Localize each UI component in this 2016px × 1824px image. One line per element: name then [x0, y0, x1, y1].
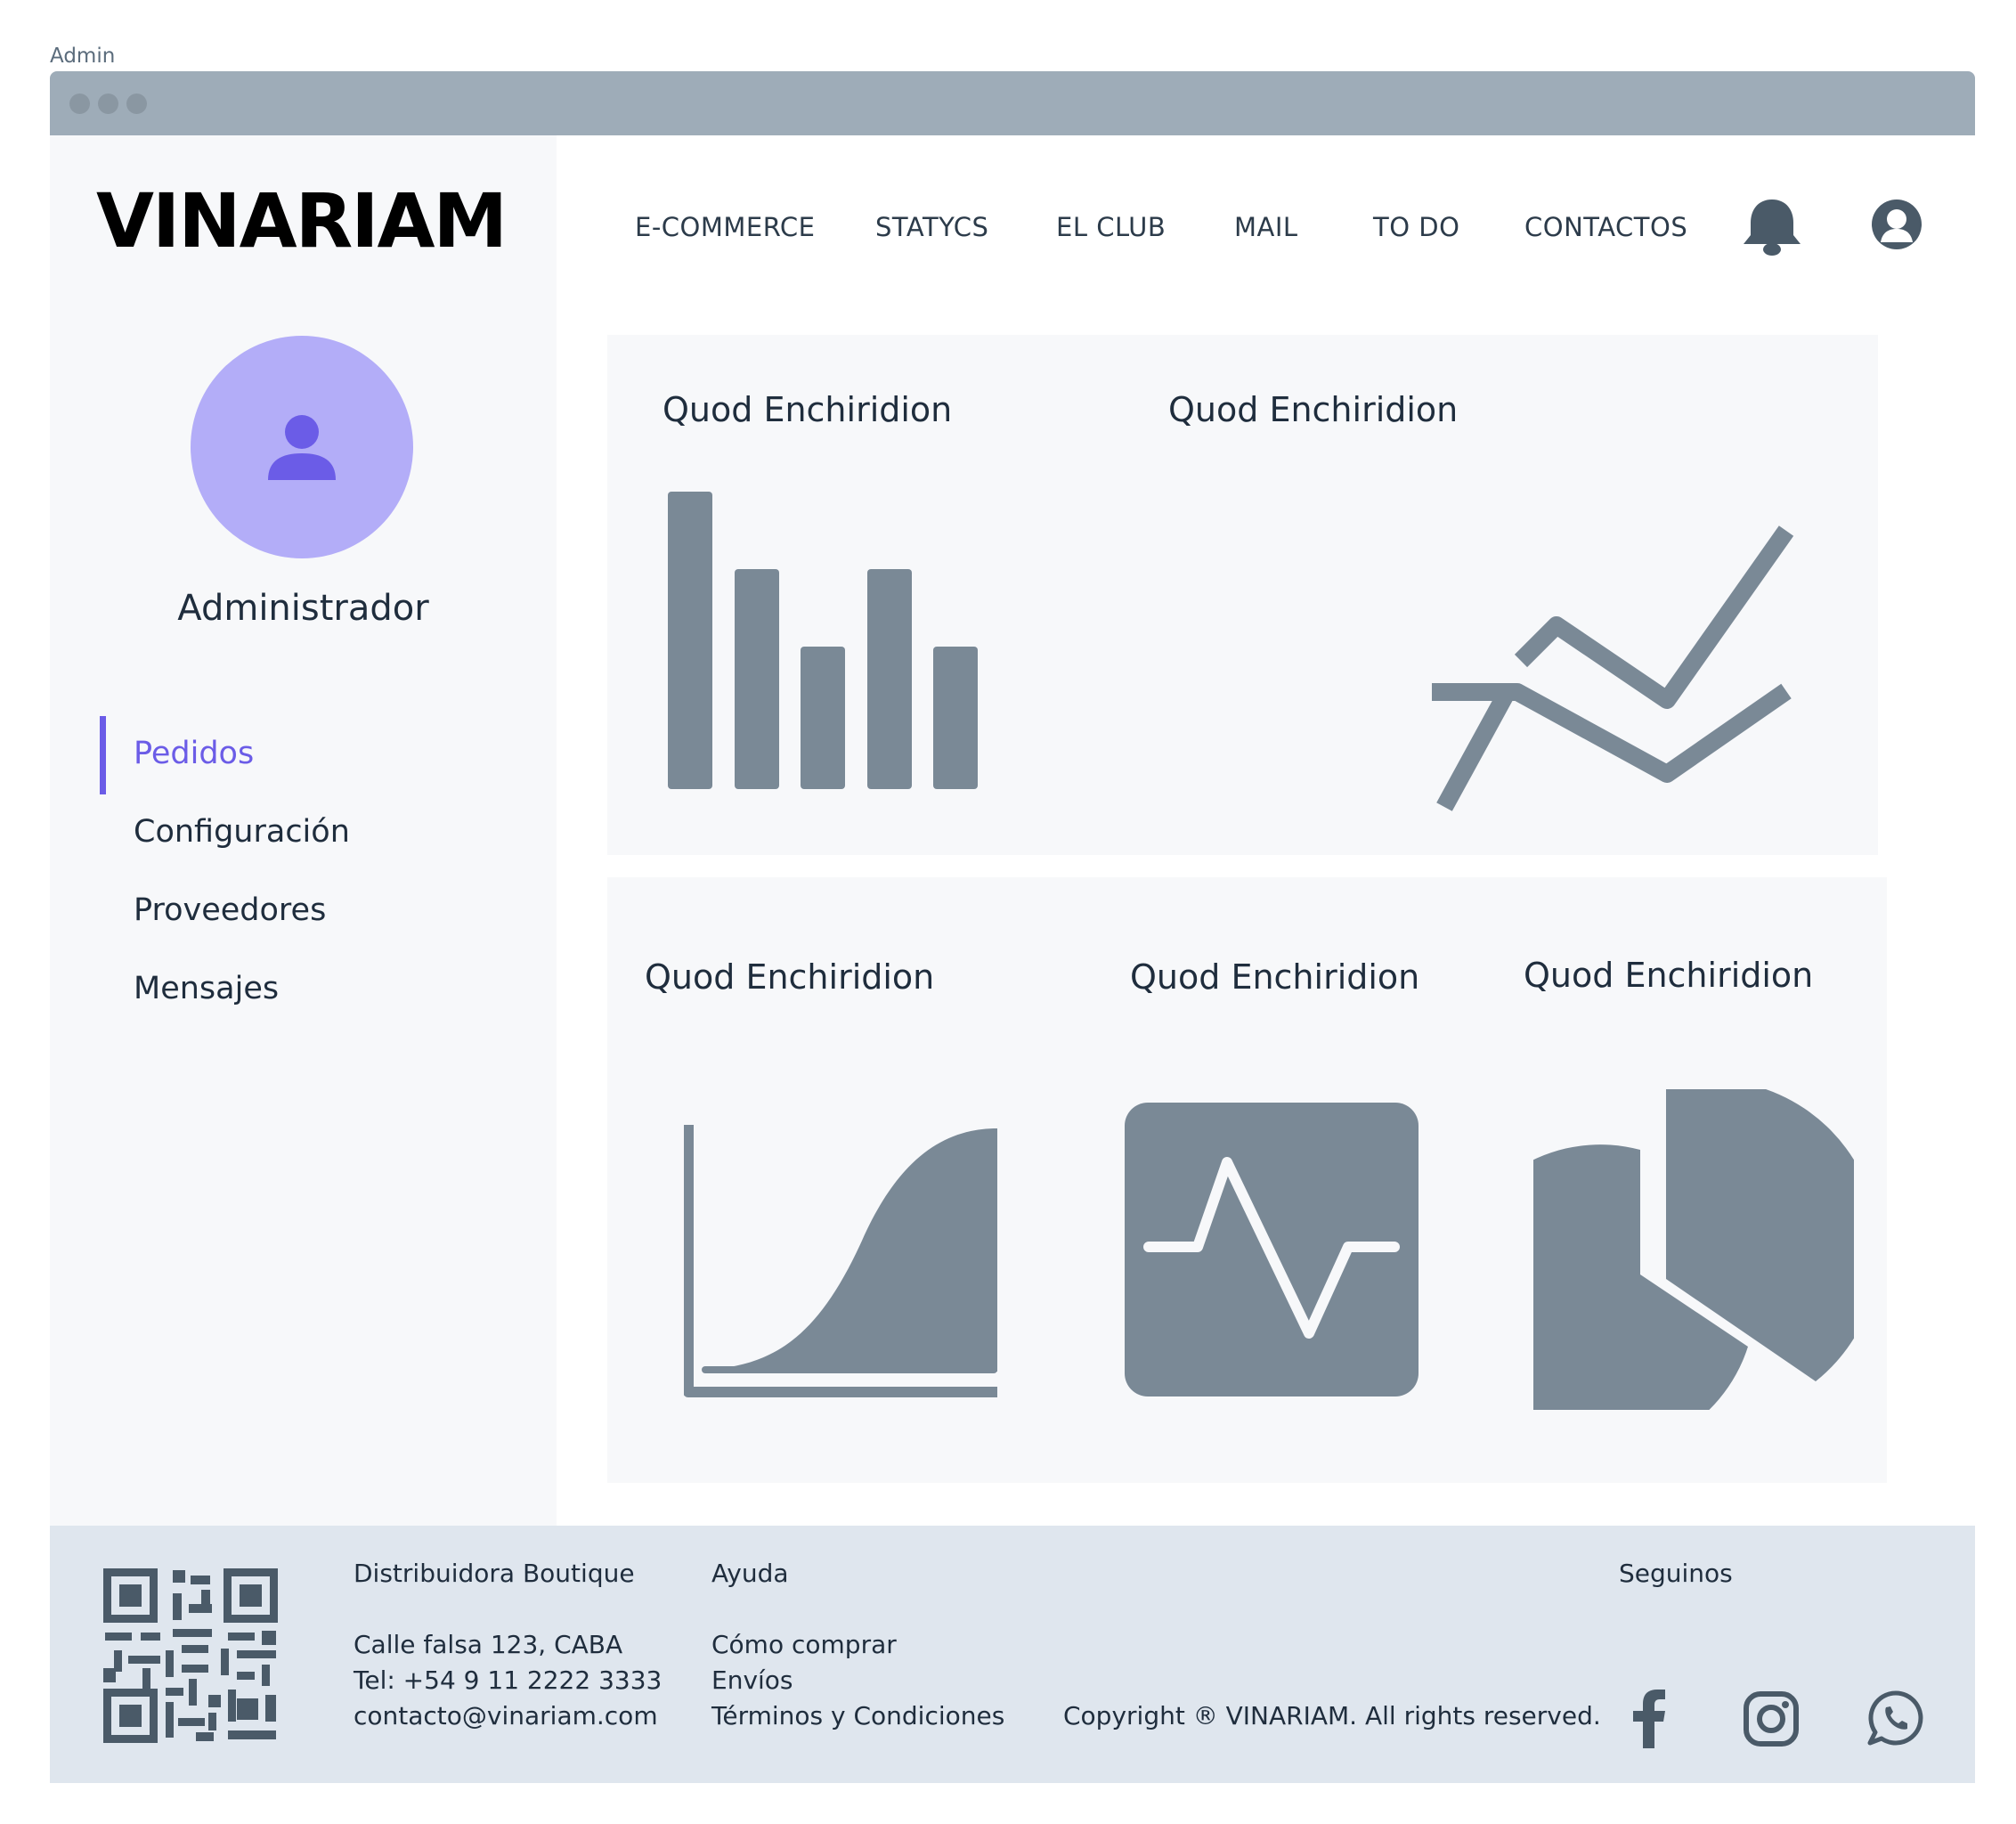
brand-logo[interactable]: VINARIAM — [96, 183, 508, 258]
charts-panel-top: Quod Enchiridion Quod Enchiridion — [607, 335, 1878, 855]
nav-el-club[interactable]: EL CLUB — [1056, 212, 1166, 242]
nav-statycs[interactable]: STATYCS — [875, 212, 988, 242]
social-title: Seguinos — [1619, 1559, 1733, 1588]
card-title: Quod Enchiridion — [1130, 957, 1420, 997]
area-chart-icon[interactable] — [684, 1125, 1004, 1401]
window-maximize-dot[interactable] — [126, 94, 147, 114]
avatar[interactable] — [191, 336, 413, 558]
company-address: Calle falsa 123, CABA — [354, 1630, 623, 1659]
sidebar: VINARIAM Administrador Pedidos Configura… — [50, 135, 557, 1526]
instagram-icon[interactable] — [1744, 1691, 1799, 1747]
pie-chart-icon[interactable] — [1533, 1089, 1854, 1410]
sidebar-item-pedidos[interactable]: Pedidos — [134, 736, 254, 771]
charts-panel-bottom: Quod Enchiridion Quod Enchiridion Quod E… — [607, 877, 1887, 1483]
copyright: Copyright ® VINARIAM. All rights reserve… — [1063, 1701, 1601, 1730]
active-indicator — [100, 716, 106, 794]
sidebar-item-configuracion[interactable]: Configuración — [134, 814, 350, 850]
qr-code-icon[interactable] — [103, 1568, 278, 1743]
help-link-envios[interactable]: Envíos — [711, 1663, 793, 1698]
help-link-terminos[interactable]: Términos y Condiciones — [711, 1698, 1004, 1734]
card-title: Quod Enchiridion — [663, 390, 953, 429]
company-phone[interactable]: Tel: +54 9 11 2222 3333 — [354, 1663, 662, 1698]
whatsapp-icon[interactable] — [1866, 1690, 1925, 1748]
window-titlebar — [50, 71, 1975, 135]
window-minimize-dot[interactable] — [98, 94, 118, 114]
nav-contactos[interactable]: CONTACTOS — [1524, 212, 1687, 242]
card-title: Quod Enchiridion — [1168, 390, 1459, 429]
sidebar-item-proveedores[interactable]: Proveedores — [134, 892, 326, 928]
window-close-dot[interactable] — [69, 94, 90, 114]
page-label: Admin — [50, 45, 116, 68]
help-link-como-comprar[interactable]: Cómo comprar — [711, 1627, 897, 1663]
company-email[interactable]: contacto@vinariam.com — [354, 1698, 658, 1734]
facebook-icon[interactable] — [1630, 1690, 1669, 1748]
sidebar-item-mensajes[interactable]: Mensajes — [134, 971, 279, 1006]
footer: Distribuidora Boutique Calle falsa 123, … — [50, 1526, 1975, 1783]
user-name: Administrador — [177, 588, 429, 629]
user-icon — [268, 415, 336, 480]
bell-icon[interactable] — [1742, 196, 1802, 258]
card-title: Quod Enchiridion — [1524, 956, 1814, 995]
line-chart-icon[interactable] — [1432, 477, 1806, 816]
pulse-chart-icon[interactable] — [1122, 1100, 1421, 1399]
nav-to-do[interactable]: TO DO — [1373, 212, 1459, 242]
nav-ecommerce[interactable]: E-COMMERCE — [635, 212, 816, 242]
company-name: Distribuidora Boutique — [354, 1559, 635, 1588]
user-circle-icon[interactable] — [1870, 198, 1923, 251]
bar-chart-icon[interactable] — [668, 492, 988, 794]
nav-mail[interactable]: MAIL — [1234, 212, 1298, 242]
help-title: Ayuda — [711, 1559, 789, 1588]
card-title: Quod Enchiridion — [645, 957, 935, 997]
browser-window: VINARIAM Administrador Pedidos Configura… — [50, 71, 1975, 1783]
